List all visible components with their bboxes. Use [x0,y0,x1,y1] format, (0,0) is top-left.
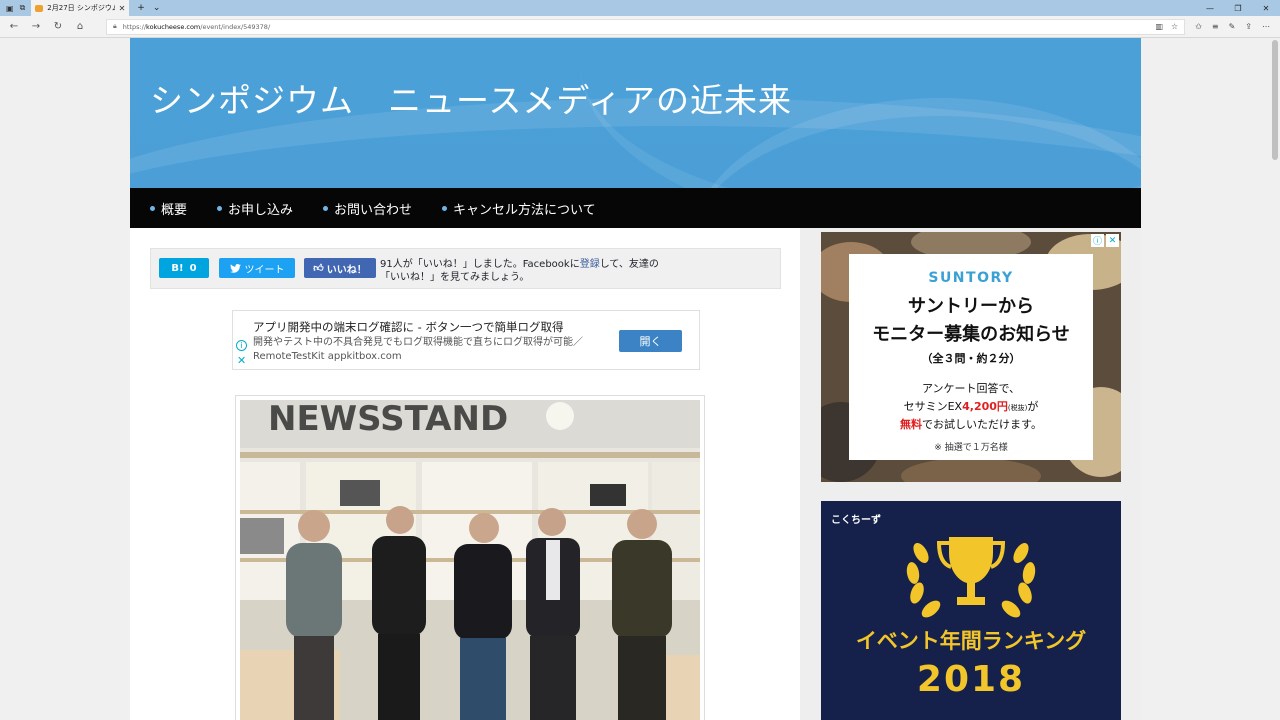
close-window-icon[interactable]: ✕ [1252,4,1280,13]
bullet-icon [442,205,448,211]
facebook-signup-link[interactable]: 登録 [580,259,600,270]
home-icon[interactable]: ⌂ [72,21,88,32]
tabs-aside-icon[interactable]: ▣ [6,4,14,13]
thumbs-up-icon: 👍︎ [313,263,324,274]
refresh-icon[interactable]: ↻ [50,21,66,32]
browser-tab-strip: ▣ ⧉ 2月27日 シンポジウム ニ ✕ + ⌄ — ❐ ✕ [0,0,1280,16]
minimize-icon[interactable]: — [1196,4,1224,13]
ad-description: 開発やテスト中の不具合発見でもログ取得機能で直ちにログ取得が可能／RemoteT… [253,337,583,362]
nav-item-label: キャンセル方法について [453,202,596,218]
hatena-count: 0 [189,262,197,274]
nav-item-overview[interactable]: 概要 [150,199,187,218]
facebook-like-text: 91人が「いいね！」しました。Facebookに登録して、友達の「いいね！」を見… [380,259,659,283]
hub-icon[interactable]: ≡ [1212,22,1219,31]
kokucheese-logo: こくちーず [831,515,881,526]
main-nav: 概要 お申し込み お問い合わせ キャンセル方法について [130,188,1141,228]
close-tab-icon[interactable]: ✕ [119,4,126,13]
event-photo-frame: NEWSSTAND [235,395,705,720]
ad-close-icon[interactable]: ✕ [237,354,246,367]
newsstand-sign: NEWSSTAND [268,400,508,439]
ad-title[interactable]: アプリ開発中の端末ログ確認に - ボタン一つで簡単ログ取得 [253,319,563,335]
bullet-icon [217,205,223,211]
ad-headline-1: サントリーから [908,296,1034,317]
notes-icon[interactable]: ✎ [1229,22,1236,31]
tweet-button[interactable]: ツイート [219,258,295,278]
page-container: シンポジウム ニュースメディアの近未来 概要 お申し込み お問い合わせ キャンセ… [130,38,1141,720]
ranking-title: イベント年間ランキング [855,629,1087,653]
twitter-bird-icon [229,263,241,273]
share-bar: B! 0 ツイート 👍︎ いいね！ 91人が「いいね！」しました。Faceboo… [150,248,781,289]
trophy-icon [901,523,1041,623]
browser-tab-active[interactable]: 2月27日 シンポジウム ニ ✕ [31,0,130,16]
like-label: いいね！ [326,264,367,276]
facebook-like-button[interactable]: 👍︎ いいね！ [304,258,376,278]
ad-line-1: アンケート回答で、 [921,382,1021,395]
nav-item-label: お問い合わせ [334,202,413,218]
hatena-icon: B! [171,262,184,274]
event-photo: NEWSSTAND [240,400,700,720]
nav-item-contact[interactable]: お問い合わせ [323,199,412,218]
lock-icon: 🔒︎ [113,22,117,30]
sidebar-ad-ranking[interactable]: こくちーず イベント年間ランキング 2018 [821,501,1121,720]
more-icon[interactable]: ⋯ [1262,22,1270,31]
nav-buttons: ← → ↻ ⌂ [0,21,94,32]
suntory-logo: SUNTORY [928,270,1014,286]
scrollbar[interactable] [1270,38,1280,720]
url-text: https://kokucheese.com/event/index/54937… [122,22,271,31]
address-bar-row: ← → ↻ ⌂ 🔒︎ https://kokucheese.com/event/… [0,16,1280,38]
back-icon[interactable]: ← [6,21,22,32]
bullet-icon [323,205,329,211]
favorites-icon[interactable]: ✩ [1195,22,1202,31]
ad-info-icon[interactable]: ⓘ [1091,234,1104,247]
toolbar-tools: ✩ ≡ ✎ ⇪ ⋯ [1185,22,1280,31]
site-title[interactable]: シンポジウム ニュースメディアの近未来 [150,74,792,122]
ad-info-icon[interactable]: i [236,340,247,351]
reading-view-icon[interactable]: ▥ [1155,22,1163,31]
tweet-label: ツイート [244,264,285,276]
back-tab-icon[interactable]: ⧉ [20,3,26,13]
site-banner: シンポジウム ニュースメディアの近未来 [130,38,1141,188]
bullet-icon [150,205,155,211]
event-photo-image: NEWSSTAND [240,400,700,720]
nav-item-cancel[interactable]: キャンセル方法について [442,199,596,218]
tab-list-chevron-icon[interactable]: ⌄ [153,3,161,13]
tab-extra: + ⌄ [129,0,168,16]
ranking-year: 2018 [916,659,1026,700]
favicon-icon [35,4,44,12]
tab-title: 2月27日 シンポジウム ニ [47,4,114,12]
ad-card: SUNTORY サントリーから モニター募集のお知らせ （全３問・約２分） アン… [849,254,1093,460]
share-icon[interactable]: ⇪ [1245,22,1252,31]
favorite-star-icon[interactable]: ☆ [1171,22,1178,31]
hatena-bookmark-button[interactable]: B! 0 [159,258,209,278]
page-viewport: シンポジウム ニュースメディアの近未来 概要 お申し込み お問い合わせ キャンセ… [0,38,1280,720]
new-tab-icon[interactable]: + [137,3,145,13]
ad-note: ※ 抽選で１万名様 [934,443,1008,453]
ad-subtitle: （全３問・約２分） [921,352,1021,365]
sidebar-ad-suntory[interactable]: SUNTORY サントリーから モニター募集のお知らせ （全３問・約２分） アン… [821,232,1121,482]
url-actions: ▥ ☆ [1155,22,1178,31]
nav-item-label: 概要 [161,202,188,218]
url-field[interactable]: 🔒︎ https://kokucheese.com/event/index/54… [106,18,1186,35]
ad-line-2: セサミンEX4,200円(税抜)が [903,400,1039,413]
nav-item-apply[interactable]: お申し込み [217,199,293,218]
ad-headline-2: モニター募集のお知らせ [872,324,1070,345]
forward-icon[interactable]: → [28,21,44,32]
text-ad[interactable]: アプリ開発中の端末ログ確認に - ボタン一つで簡単ログ取得 開発やテスト中の不具… [232,310,700,370]
ad-line-3: 無料でお試しいただけます。 [900,418,1042,431]
scrollbar-thumb[interactable] [1272,40,1278,160]
restore-icon[interactable]: ❐ [1224,4,1252,13]
ad-close-icon[interactable]: ✕ [1106,234,1119,247]
window-controls: — ❐ ✕ [1196,0,1280,16]
ad-open-button[interactable]: 開く [619,330,682,352]
nav-item-label: お申し込み [228,202,294,218]
ad-choices-badge[interactable]: ⓘ ✕ [1091,234,1119,247]
tab-actions: ▣ ⧉ [0,0,31,16]
sidebar: SUNTORY サントリーから モニター募集のお知らせ （全３問・約２分） アン… [800,228,1141,720]
